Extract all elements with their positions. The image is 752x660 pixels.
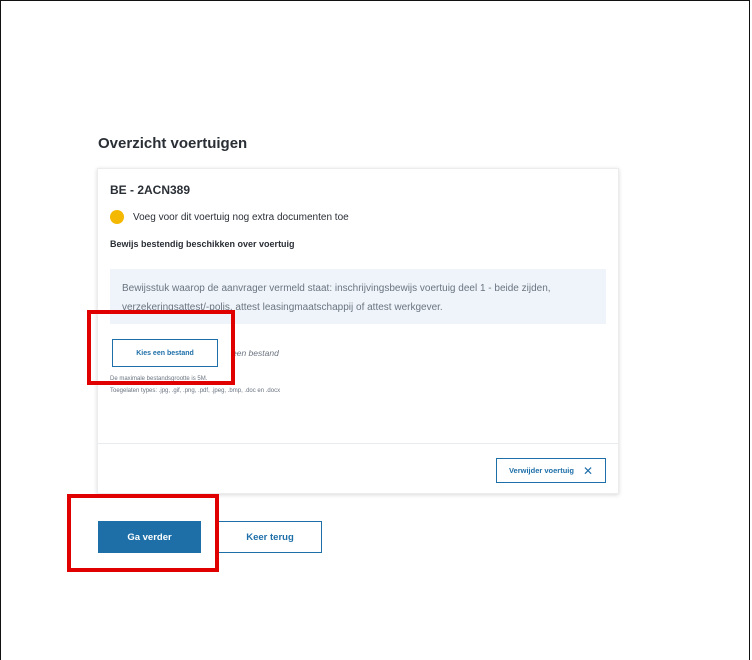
document-info-line: Bewijsstuk waarop de aanvrager vermeld s… xyxy=(122,283,551,294)
remove-vehicle-label: Verwijder voertuig xyxy=(508,466,574,475)
vehicle-card: BE - 2ACN389 Voeg voor dit voertuig nog … xyxy=(97,168,619,494)
no-file-text: een bestand xyxy=(232,348,279,358)
vehicle-status: Voeg voor dit voertuig nog extra documen… xyxy=(110,210,349,224)
max-size-hint: De maximale bestandsgrootte is 5M. xyxy=(110,376,208,382)
vehicle-plate: BE - 2ACN389 xyxy=(110,183,191,197)
close-icon: ✕ xyxy=(582,463,594,478)
warning-dot-icon xyxy=(110,210,124,224)
document-heading: Bewijs bestendig beschikken over voertui… xyxy=(110,239,295,249)
allowed-types-hint: Toegelaten types: .jpg, .gif, .png, .pdf… xyxy=(110,388,281,394)
remove-vehicle-button[interactable]: Verwijder voertuig ✕ xyxy=(496,458,606,483)
back-button[interactable]: Keer terug xyxy=(218,521,322,553)
page-title: Overzicht voertuigen xyxy=(98,135,248,152)
continue-button[interactable]: Ga verder xyxy=(98,521,201,553)
document-info: Bewijsstuk waarop de aanvrager vermeld s… xyxy=(110,269,606,324)
status-text: Voeg voor dit voertuig nog extra documen… xyxy=(133,211,349,223)
document-info-line: verzekeringsattest/-polis, attest leasin… xyxy=(122,302,443,313)
choose-file-button[interactable]: Kies een bestand xyxy=(112,339,218,367)
card-divider xyxy=(98,443,618,444)
